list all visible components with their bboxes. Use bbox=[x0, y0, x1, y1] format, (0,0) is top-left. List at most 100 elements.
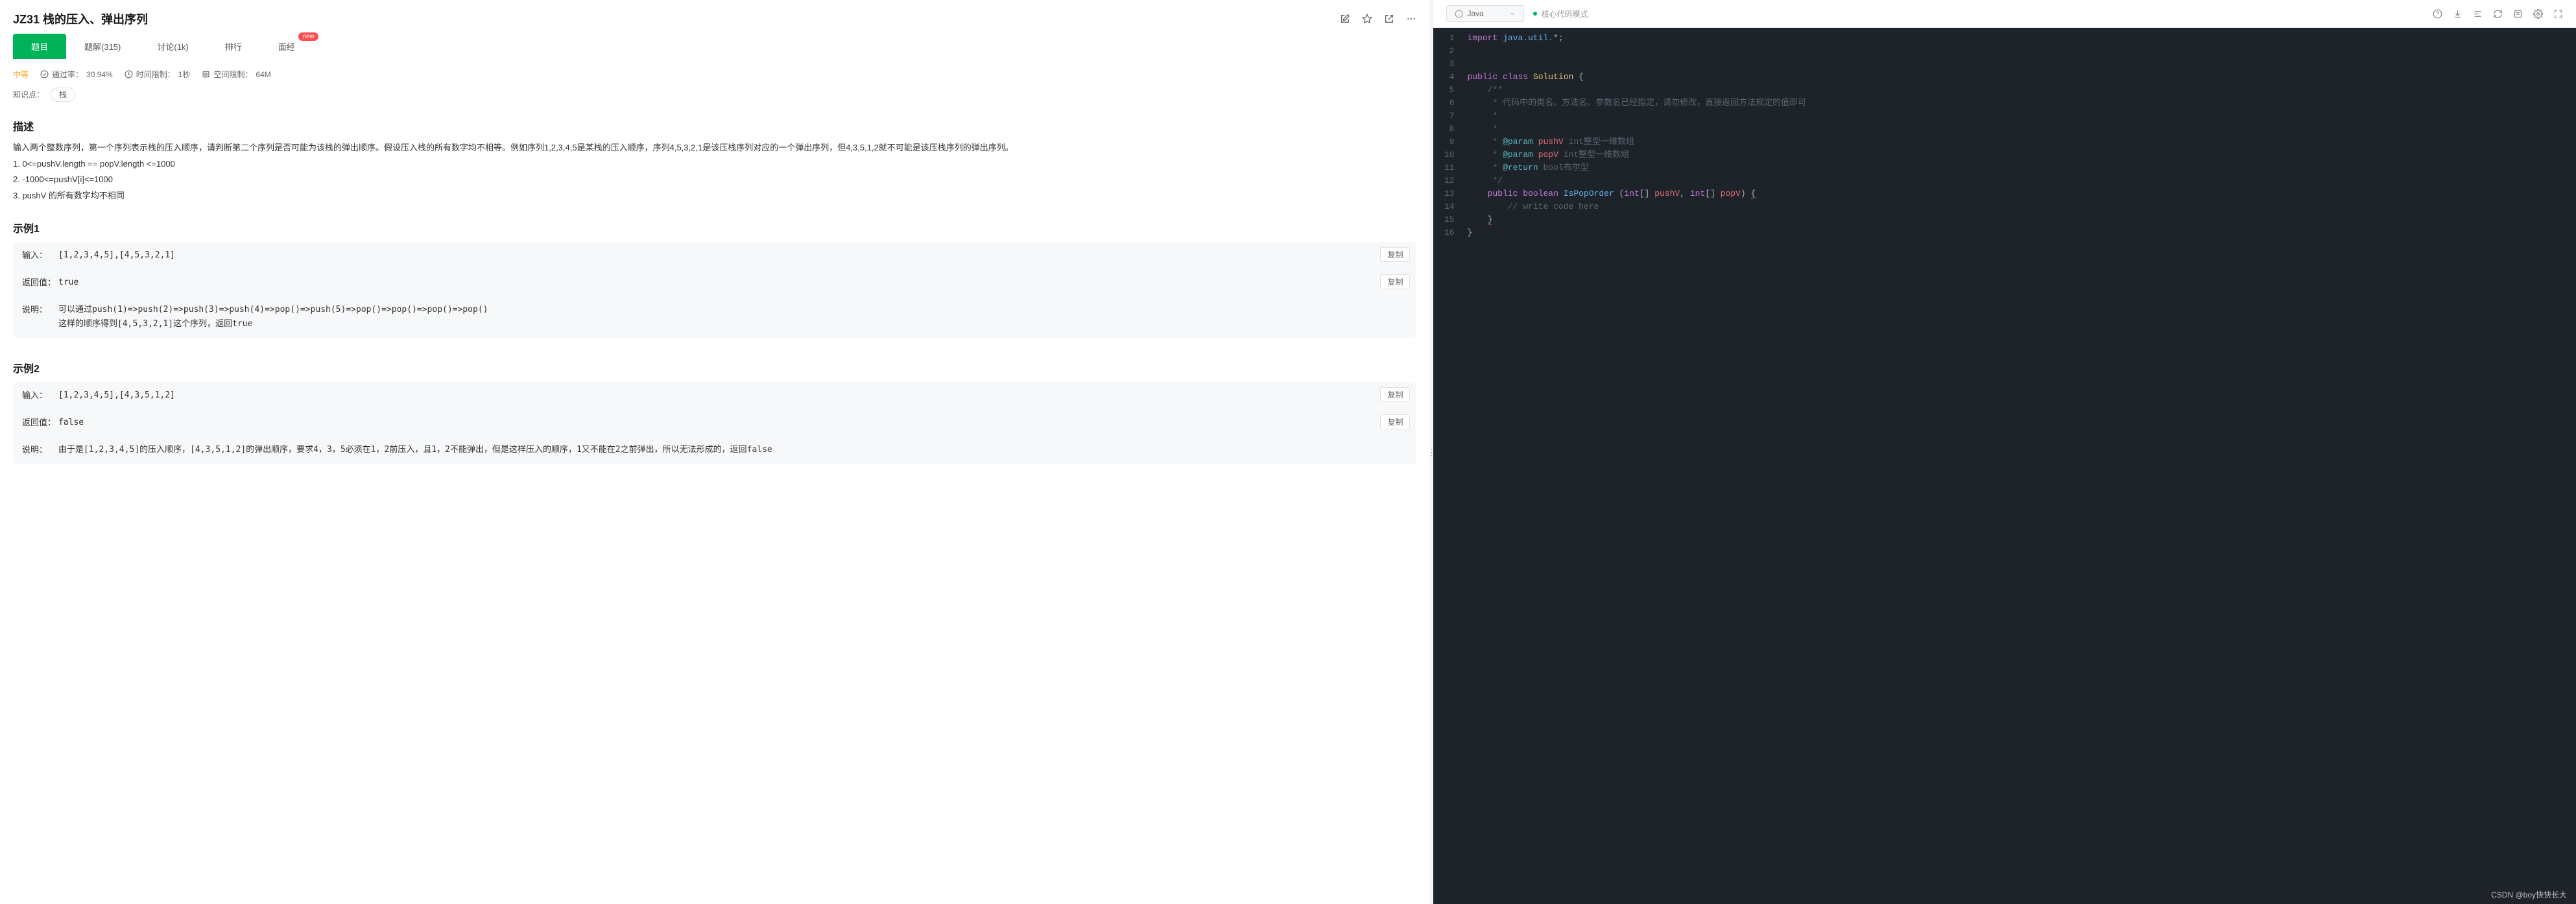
problem-title: JZ31 栈的压入、弹出序列 bbox=[13, 10, 148, 27]
difficulty-badge: 中等 bbox=[13, 69, 29, 80]
code-line[interactable]: * bbox=[1462, 110, 2576, 123]
download-icon[interactable] bbox=[2453, 9, 2463, 19]
desc-constraints: 1. 0<=pushV.length == popV.length <=1000… bbox=[13, 156, 1416, 204]
code-line[interactable]: /** bbox=[1462, 84, 2576, 97]
example-label: 输入： bbox=[22, 388, 58, 401]
line-number: 4 bbox=[1438, 71, 1454, 84]
example-row: 返回值：false复制 bbox=[13, 409, 1416, 436]
code-mode[interactable]: 核心代码模式 bbox=[1533, 8, 1588, 19]
line-number: 2 bbox=[1438, 45, 1454, 58]
line-number: 16 bbox=[1438, 226, 1454, 239]
tab-bar: 题目题解(315)讨论(1k)排行面经new bbox=[0, 34, 1429, 60]
code-line[interactable]: // write code here bbox=[1462, 200, 2576, 213]
help-icon[interactable] bbox=[2433, 9, 2442, 19]
example-value: [1,2,3,4,5],[4,3,5,1,2] bbox=[58, 388, 1407, 403]
line-number: 15 bbox=[1438, 213, 1454, 226]
desc-heading: 描述 bbox=[13, 118, 1416, 134]
code-line[interactable]: * bbox=[1462, 123, 2576, 136]
line-number: 7 bbox=[1438, 110, 1454, 123]
code-line[interactable] bbox=[1462, 45, 2576, 58]
example-value: 可以通过push(1)=>push(2)=>push(3)=>push(4)=>… bbox=[58, 303, 1407, 331]
example-row: 输入：[1,2,3,4,5],[4,5,3,2,1]复制 bbox=[13, 242, 1416, 269]
edit-icon[interactable] bbox=[1340, 14, 1350, 24]
check-icon bbox=[40, 70, 49, 78]
memory-icon bbox=[202, 70, 210, 78]
tab-题目[interactable]: 题目 bbox=[13, 34, 66, 59]
dot-icon bbox=[1533, 12, 1537, 16]
line-number: 12 bbox=[1438, 174, 1454, 187]
constraint-line: 1. 0<=pushV.length == popV.length <=1000 bbox=[13, 156, 1416, 172]
example-value: false bbox=[58, 416, 1407, 430]
refresh-icon[interactable] bbox=[2493, 9, 2503, 19]
more-icon[interactable] bbox=[1406, 14, 1416, 24]
problem-header: JZ31 栈的压入、弹出序列 bbox=[0, 0, 1429, 34]
code-line[interactable]: * @return bool布尔型 bbox=[1462, 161, 2576, 174]
example-value: true bbox=[58, 276, 1407, 290]
star-icon[interactable] bbox=[1362, 14, 1372, 24]
line-number: 8 bbox=[1438, 123, 1454, 136]
line-number: 5 bbox=[1438, 84, 1454, 97]
example-box: 输入：[1,2,3,4,5],[4,5,3,2,1]复制返回值：true复制说明… bbox=[13, 242, 1416, 338]
line-number: 10 bbox=[1438, 149, 1454, 161]
fullscreen-icon[interactable] bbox=[2553, 9, 2563, 19]
tab-面经[interactable]: 面经new bbox=[260, 34, 313, 59]
line-number: 13 bbox=[1438, 187, 1454, 200]
description-section: 描述 输入两个整数序列，第一个序列表示栈的压入顺序，请判断第二个序列是否可能为该… bbox=[0, 118, 1429, 211]
share-icon[interactable] bbox=[1384, 14, 1394, 24]
example-row: 返回值：true复制 bbox=[13, 269, 1416, 296]
time-limit: 时间限制：1秒 bbox=[125, 69, 191, 80]
copy-button[interactable]: 复制 bbox=[1380, 414, 1410, 429]
constraint-line: 3. pushV 的所有数字均不相同 bbox=[13, 188, 1416, 204]
tags-row: 知识点： 栈 bbox=[0, 89, 1429, 109]
code-tools bbox=[2433, 9, 2563, 19]
code-line[interactable]: public boolean IsPopOrder (int[] pushV, … bbox=[1462, 187, 2576, 200]
copy-button[interactable]: 复制 bbox=[1380, 274, 1410, 289]
code-area[interactable]: import java.util.*; public class Solutio… bbox=[1462, 28, 2576, 904]
code-line[interactable]: * @param popV int整型一维数组 bbox=[1462, 149, 2576, 161]
info-icon bbox=[1455, 10, 1463, 18]
clock-icon bbox=[125, 70, 133, 78]
example-box: 输入：[1,2,3,4,5],[4,3,5,1,2]复制返回值：false复制说… bbox=[13, 382, 1416, 464]
note-icon[interactable] bbox=[2513, 9, 2523, 19]
example-value: [1,2,3,4,5],[4,5,3,2,1] bbox=[58, 248, 1407, 263]
line-number: 11 bbox=[1438, 161, 1454, 174]
code-line[interactable]: } bbox=[1462, 226, 2576, 239]
tab-题解(315)[interactable]: 题解(315) bbox=[66, 34, 139, 59]
code-line[interactable]: public class Solution { bbox=[1462, 71, 2576, 84]
line-number: 9 bbox=[1438, 136, 1454, 149]
problem-pane: JZ31 栈的压入、弹出序列 题目题解(315)讨论(1k)排行面经new 中等… bbox=[0, 0, 1429, 904]
example-section: 示例2输入：[1,2,3,4,5],[4,3,5,1,2]复制返回值：false… bbox=[0, 360, 1429, 477]
code-editor[interactable]: 12345678910111213141516 import java.util… bbox=[1433, 28, 2576, 904]
format-icon[interactable] bbox=[2473, 9, 2483, 19]
code-line[interactable]: } bbox=[1462, 213, 2576, 226]
language-select[interactable]: Java bbox=[1446, 5, 1524, 22]
example-label: 返回值： bbox=[22, 276, 58, 288]
code-line[interactable]: * 代码中的类名、方法名、参数名已经指定，请勿修改，直接返回方法规定的值即可 bbox=[1462, 97, 2576, 110]
code-line[interactable]: */ bbox=[1462, 174, 2576, 187]
code-line[interactable]: * @param pushV int整型一维数组 bbox=[1462, 136, 2576, 149]
tab-排行[interactable]: 排行 bbox=[207, 34, 260, 59]
example-section: 示例1输入：[1,2,3,4,5],[4,5,3,2,1]复制返回值：true复… bbox=[0, 220, 1429, 351]
line-number: 1 bbox=[1438, 32, 1454, 45]
tag-item[interactable]: 栈 bbox=[51, 88, 75, 102]
tab-讨论(1k)[interactable]: 讨论(1k) bbox=[139, 34, 206, 59]
settings-icon[interactable] bbox=[2533, 9, 2543, 19]
example-label: 返回值： bbox=[22, 416, 58, 428]
code-line[interactable]: import java.util.*; bbox=[1462, 32, 2576, 45]
watermark: CSDN @boy快快长大 bbox=[2491, 889, 2567, 900]
example-heading: 示例2 bbox=[13, 360, 1416, 375]
desc-para: 输入两个整数序列，第一个序列表示栈的压入顺序，请判断第二个序列是否可能为该栈的弹… bbox=[13, 140, 1416, 156]
line-number: 3 bbox=[1438, 58, 1454, 71]
example-label: 说明： bbox=[22, 443, 58, 455]
code-line[interactable] bbox=[1462, 58, 2576, 71]
example-heading: 示例1 bbox=[13, 220, 1416, 235]
chevron-down-icon bbox=[1509, 10, 1516, 17]
code-pane: Java 核心代码模式 12345678910111213141516 impo… bbox=[1433, 0, 2576, 904]
code-header: Java 核心代码模式 bbox=[1433, 0, 2576, 28]
copy-button[interactable]: 复制 bbox=[1380, 387, 1410, 402]
example-value: 由于是[1,2,3,4,5]的压入顺序，[4,3,5,1,2]的弹出顺序，要求4… bbox=[58, 443, 1407, 457]
line-gutter: 12345678910111213141516 bbox=[1433, 28, 1462, 904]
example-row: 输入：[1,2,3,4,5],[4,3,5,1,2]复制 bbox=[13, 382, 1416, 409]
example-label: 说明： bbox=[22, 303, 58, 315]
copy-button[interactable]: 复制 bbox=[1380, 247, 1410, 262]
